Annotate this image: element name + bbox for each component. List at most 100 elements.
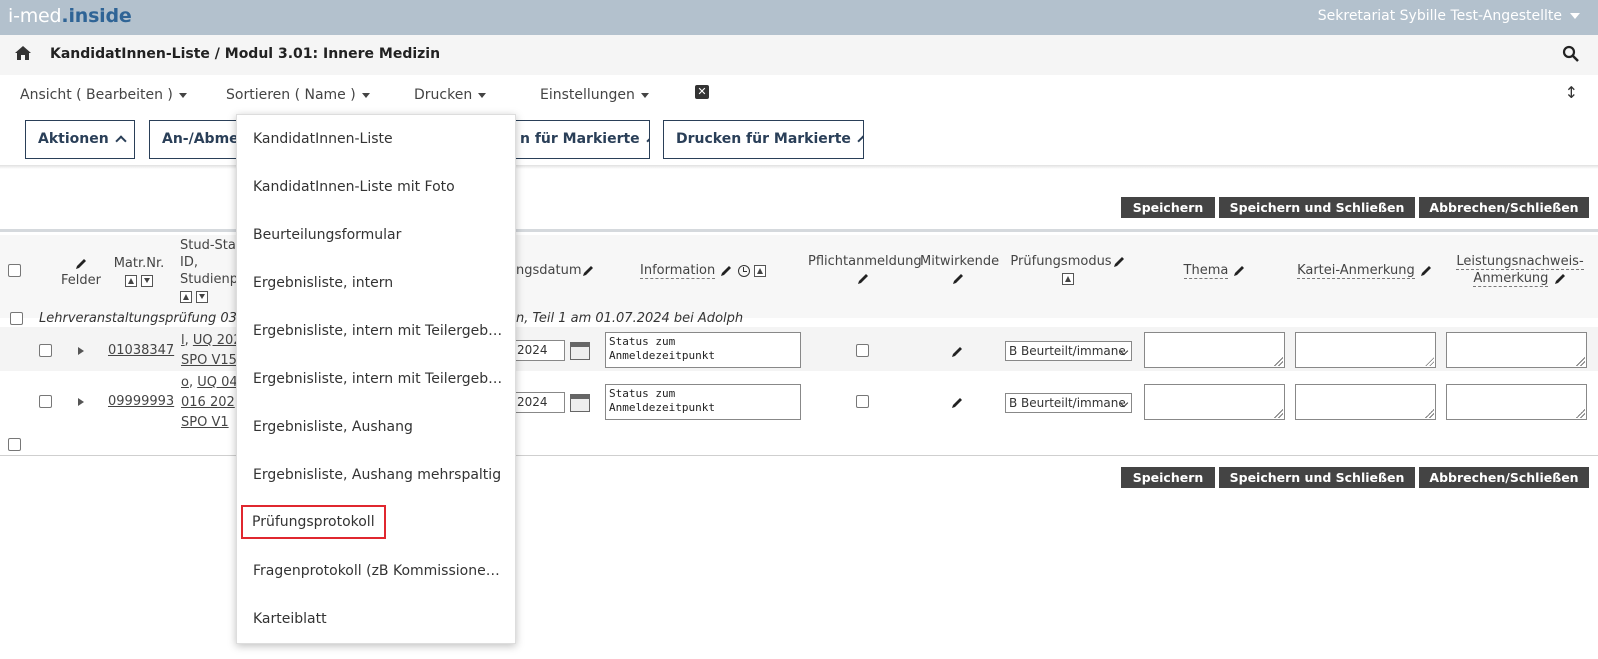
stud-link[interactable]: UQ 202 — [193, 333, 242, 348]
user-menu[interactable]: Sekretariat Sybille Test-Angestellte — [1318, 8, 1580, 24]
save-close-button-bottom[interactable]: Speichern und Schließen — [1219, 467, 1415, 488]
pflicht-checkbox[interactable] — [856, 395, 869, 408]
header-felder[interactable]: Felder — [60, 255, 102, 289]
dropdown-item[interactable]: Ergebnisliste, intern mit Teilergebnisse… — [253, 371, 503, 387]
modus-select[interactable]: B Beurteilt/immane — [1005, 393, 1132, 413]
close-filter-icon[interactable]: ✕ — [695, 85, 709, 99]
header-mitwirkende[interactable]: Mitwirkende — [920, 253, 999, 287]
matr-link[interactable]: 09999993 — [108, 394, 174, 409]
dropdown-item[interactable]: Karteiblatt — [253, 611, 503, 627]
dropdown-item[interactable]: KandidatInnen-Liste mit Foto — [253, 179, 503, 195]
save-close-button[interactable]: Speichern und Schließen — [1219, 197, 1415, 218]
chevron-down-icon — [361, 92, 370, 98]
filter-icon[interactable] — [141, 274, 154, 287]
clock-icon[interactable] — [737, 264, 750, 277]
chevron-down-icon — [1570, 13, 1580, 19]
menu-einstellungen[interactable]: Einstellungen — [540, 87, 649, 103]
dropdown-item[interactable]: Beurteilungsformular — [253, 227, 503, 243]
spo-link[interactable]: SPO V15 — [181, 353, 237, 368]
dropdown-item[interactable]: Ergebnisliste, intern mit Teilergebnisse… — [253, 323, 503, 339]
sort-icon[interactable] — [753, 264, 766, 277]
home-icon[interactable] — [14, 44, 32, 62]
dropdown-item[interactable]: KandidatInnen-Liste — [253, 131, 503, 147]
save-button[interactable]: Speichern — [1121, 197, 1215, 218]
kartei-textarea[interactable] — [1295, 384, 1436, 420]
stud-link[interactable]: 016 202 — [181, 395, 235, 410]
header-matr[interactable]: Matr.Nr. — [112, 255, 166, 289]
header-kartei[interactable]: Kartei-Anmerkung — [1290, 262, 1440, 279]
header-pflichtanmeldung[interactable]: Pflichtanmeldung — [808, 253, 922, 287]
expand-row-icon[interactable] — [78, 347, 84, 355]
save-button-bottom[interactable]: Speichern — [1121, 467, 1215, 488]
header-leistungsnachweis[interactable]: Leistungsnachweis- Anmerkung — [1450, 253, 1590, 287]
page-title: KandidatInnen-Liste / Modul 3.01: Innere… — [50, 46, 441, 62]
expand-vertical-icon[interactable]: ↕ — [1565, 83, 1578, 102]
group-checkbox[interactable] — [10, 312, 23, 325]
top-bar: i-med.inside Sekretariat Sybille Test-An… — [0, 0, 1598, 35]
aktionen-button[interactable]: Aktionen — [25, 120, 135, 159]
dropdown-item[interactable]: Fragenprotokoll (zB Kommissionelle Prüfu… — [253, 563, 503, 579]
cancel-close-button-bottom[interactable]: Abbrechen/Schließen — [1419, 467, 1589, 488]
menu-ansicht[interactable]: Ansicht ( Bearbeiten ) — [20, 87, 187, 103]
leistung-textarea[interactable] — [1446, 332, 1587, 368]
matr-link[interactable]: 01038347 — [108, 343, 174, 358]
app-logo[interactable]: i-med.inside — [8, 5, 132, 27]
menu-sortieren[interactable]: Sortieren ( Name ) — [226, 87, 370, 103]
menu-bar: Ansicht ( Bearbeiten ) Sortieren ( Name … — [0, 75, 1598, 115]
pflicht-checkbox[interactable] — [856, 344, 869, 357]
pencil-icon[interactable] — [950, 345, 964, 359]
pencil-icon — [1113, 256, 1124, 267]
pencil-icon — [76, 258, 86, 269]
row-checkbox[interactable] — [39, 395, 52, 408]
menu-drucken[interactable]: Drucken — [414, 87, 487, 103]
stud-link[interactable]: o — [181, 375, 189, 390]
date-input[interactable]: 2024 — [513, 340, 565, 361]
search-icon[interactable] — [1562, 45, 1580, 63]
sort-icon[interactable] — [180, 290, 192, 303]
header-pruefungsmodus[interactable]: Prüfungsmodus — [1006, 253, 1130, 287]
chevron-up-icon — [857, 135, 863, 147]
calendar-icon[interactable] — [570, 394, 590, 412]
thema-textarea[interactable] — [1144, 384, 1285, 420]
dropdown-item-pruefungsprotokoll[interactable]: Prüfungsprotokoll — [241, 505, 386, 539]
dropdown-item[interactable]: Ergebnisliste, Aushang mehrspaltig — [253, 467, 503, 483]
information-textarea[interactable]: Status zum Anmeldezeitpunkt — [605, 384, 801, 420]
chevron-down-icon — [478, 92, 487, 98]
kartei-textarea[interactable] — [1295, 332, 1436, 368]
filter-icon[interactable] — [196, 290, 209, 303]
date-input[interactable]: 2024 — [513, 392, 565, 413]
group-label-detail: n, Teil 1 am 01.07.2024 bei Adolph — [516, 311, 744, 326]
leistung-textarea[interactable] — [1446, 384, 1587, 420]
stud-link[interactable]: l — [181, 333, 185, 348]
dropdown-item[interactable]: Ergebnisliste, intern — [253, 275, 503, 291]
expand-row-icon[interactable] — [78, 398, 84, 406]
sort-icon[interactable] — [124, 274, 137, 287]
row-checkbox[interactable] — [39, 344, 52, 357]
title-bar: KandidatInnen-Liste / Modul 3.01: Innere… — [0, 35, 1598, 75]
select-all-checkbox[interactable] — [8, 264, 21, 277]
information-textarea[interactable]: Status zum Anmeldezeitpunkt — [605, 332, 801, 368]
pencil-icon — [953, 273, 963, 284]
pencil-icon — [583, 265, 594, 276]
sort-icon[interactable] — [1062, 272, 1074, 285]
header-thema[interactable]: Thema — [1160, 262, 1270, 279]
stud-link[interactable]: UQ 04 — [197, 375, 237, 390]
group-label: Lehrveranstaltungsprüfung 030 — [39, 311, 246, 326]
drucken-markierte-button[interactable]: Drucken für Markierte — [663, 120, 864, 159]
user-name: Sekretariat Sybille Test-Angestellte — [1317, 8, 1562, 24]
spo-link[interactable]: SPO V1 — [181, 415, 229, 430]
pencil-icon[interactable] — [950, 396, 964, 410]
calendar-icon[interactable] — [570, 342, 590, 360]
modus-select[interactable]: B Beurteilt/immane — [1005, 341, 1132, 361]
pencil-icon — [1554, 273, 1565, 284]
select-all-checkbox-bottom[interactable] — [8, 438, 21, 451]
header-datum[interactable]: ngsdatum — [516, 262, 596, 279]
chevron-down-icon — [178, 92, 187, 98]
pencil-icon — [721, 265, 732, 276]
cancel-close-button[interactable]: Abbrechen/Schließen — [1419, 197, 1589, 218]
header-stud-status[interactable]: Stud-StatuID,Studienpl — [180, 237, 240, 305]
chevron-up-icon — [115, 135, 127, 147]
header-information[interactable]: Information — [640, 262, 780, 279]
dropdown-item[interactable]: Ergebnisliste, Aushang — [253, 419, 503, 435]
thema-textarea[interactable] — [1144, 332, 1285, 368]
